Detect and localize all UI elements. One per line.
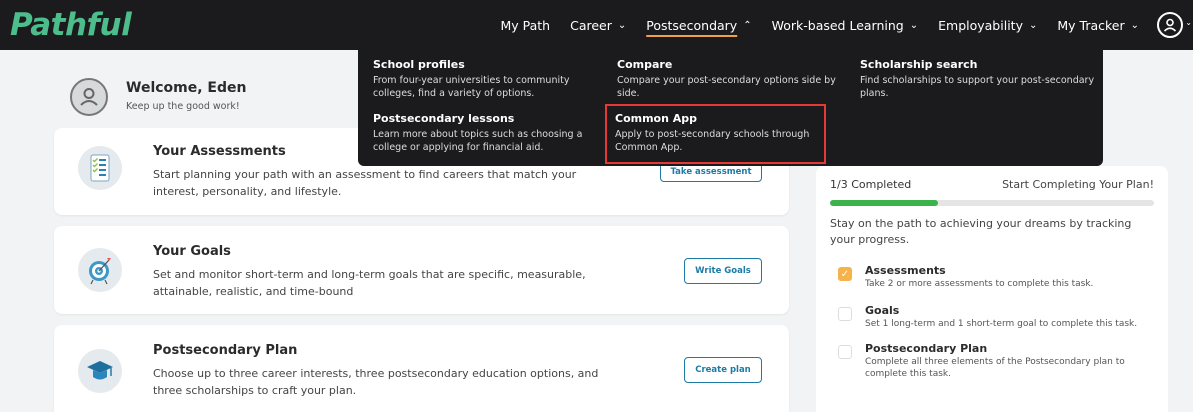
menu-item-desc: Apply to post-secondary schools through … <box>615 129 810 153</box>
task-desc: Complete all three elements of the Posts… <box>865 357 1125 379</box>
progress-bar-fill <box>830 200 938 206</box>
task-checkbox[interactable]: ✓ <box>838 267 852 281</box>
nav-label: Employability <box>938 17 1023 33</box>
postsecondary-dropdown-menu: School profiles From four-year universit… <box>358 50 1103 166</box>
nav-label: Work-based Learning <box>771 17 904 33</box>
task-desc: Take 2 or more assessments to complete t… <box>865 279 1094 289</box>
menu-item-title: Scholarship search <box>860 58 978 71</box>
menu-item-title: Compare <box>617 58 673 71</box>
nav-label: My Tracker <box>1057 17 1125 33</box>
menu-item-desc: Compare your post-secondary options side… <box>617 75 836 99</box>
menu-item-scholarship-search[interactable]: Scholarship search Find scholarships to … <box>860 58 1100 100</box>
plan-progress-panel: 1/3 Completed Start Completing Your Plan… <box>816 166 1168 412</box>
card-title: Postsecondary Plan <box>153 343 298 358</box>
panel-intro: Stay on the path to achieving your dream… <box>830 217 1132 246</box>
card-title: Your Assessments <box>153 144 286 159</box>
chevron-down-icon: ⌄ <box>1130 19 1139 31</box>
menu-item-common-app[interactable]: Common App Apply to post-secondary schoo… <box>605 104 826 164</box>
card-title: Your Goals <box>153 244 231 259</box>
checklist-icon <box>78 146 122 190</box>
nav-employability[interactable]: Employability ⌄ <box>928 0 1047 50</box>
card-desc: Set and monitor short-term and long-term… <box>153 268 586 298</box>
postsecondary-plan-card: Postsecondary Plan Choose up to three ca… <box>54 325 789 412</box>
menu-item-desc: Find scholarships to support your post-s… <box>860 75 1095 99</box>
task-desc: Set 1 long-term and 1 short-term goal to… <box>865 319 1138 329</box>
nav-label: Career <box>570 17 612 33</box>
nav-label: Postsecondary <box>646 17 738 33</box>
task-checkbox[interactable] <box>838 345 852 359</box>
chevron-up-icon: ⌃ <box>743 19 752 31</box>
user-avatar-icon[interactable] <box>1157 12 1183 38</box>
welcome-subtitle: Keep up the good work! <box>126 101 240 112</box>
nav-label: My Path <box>500 17 551 33</box>
nav-work-based-learning[interactable]: Work-based Learning ⌄ <box>762 0 929 50</box>
main-nav: My Path Career ⌄ Postsecondary ⌃ Work-ba… <box>490 0 1149 50</box>
brand-name: Pathful <box>10 7 132 43</box>
progress-label: 1/3 Completed <box>830 178 912 191</box>
create-plan-button[interactable]: Create plan <box>684 357 762 383</box>
chevron-down-icon: ⌄ <box>617 19 627 31</box>
nav-postsecondary[interactable]: Postsecondary ⌃ <box>636 0 761 50</box>
task-checkbox[interactable] <box>838 307 852 321</box>
top-navbar: Pathful My Path Career ⌄ Postsecondary ⌃… <box>0 0 1193 50</box>
chevron-down-icon[interactable]: ⌄ <box>1185 18 1192 27</box>
chevron-down-icon: ⌄ <box>909 19 919 31</box>
start-completing-plan-link[interactable]: Start Completing Your Plan! <box>1002 178 1154 191</box>
progress-bar <box>830 200 1154 206</box>
card-desc: Choose up to three career interests, thr… <box>153 367 599 397</box>
menu-item-title: Common App <box>615 112 698 125</box>
menu-item-desc: Learn more about topics such as choosing… <box>373 129 583 153</box>
target-icon <box>78 248 122 292</box>
nav-my-path[interactable]: My Path <box>490 0 560 50</box>
task-title: Postsecondary Plan <box>865 342 988 355</box>
menu-item-title: Postsecondary lessons <box>373 112 515 125</box>
nav-career[interactable]: Career ⌄ <box>560 0 636 50</box>
goals-card: Your Goals Set and monitor short-term an… <box>54 226 789 314</box>
task-title: Assessments <box>865 264 946 277</box>
menu-item-title: School profiles <box>373 58 465 71</box>
graduation-cap-icon <box>78 349 122 393</box>
task-title: Goals <box>865 304 900 317</box>
write-goals-button[interactable]: Write Goals <box>684 258 762 284</box>
nav-my-tracker[interactable]: My Tracker ⌄ <box>1047 0 1149 50</box>
chevron-down-icon: ⌄ <box>1028 19 1038 31</box>
card-desc: Start planning your path with an assessm… <box>153 168 577 198</box>
menu-item-desc: From four-year universities to community… <box>373 75 570 99</box>
pathful-logo[interactable]: Pathful <box>10 4 132 46</box>
menu-item-school-profiles[interactable]: School profiles From four-year universit… <box>373 58 613 100</box>
welcome-avatar-icon <box>70 78 108 116</box>
welcome-title: Welcome, Eden <box>126 80 247 96</box>
menu-item-postsecondary-lessons[interactable]: Postsecondary lessons Learn more about t… <box>373 112 613 154</box>
menu-item-compare[interactable]: Compare Compare your post-secondary opti… <box>617 58 857 100</box>
